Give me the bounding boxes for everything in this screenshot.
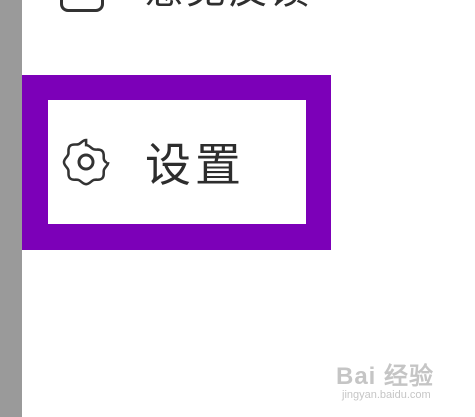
left-edge-strip: [0, 0, 22, 417]
feedback-menu-item[interactable]: 意见反馈: [60, 0, 312, 12]
settings-label: 设置: [145, 138, 245, 192]
baidu-jingyan-watermark: Bai 经验 jingyan.baidu.com: [336, 356, 434, 401]
settings-menu-item[interactable]: 设置: [48, 100, 306, 224]
watermark-url: jingyan.baidu.com: [342, 389, 431, 401]
watermark-logo: Bai 经验: [336, 363, 435, 390]
gear-icon: [62, 138, 110, 186]
feedback-icon: [60, 0, 104, 12]
feedback-label: 意见反馈: [144, 0, 312, 12]
